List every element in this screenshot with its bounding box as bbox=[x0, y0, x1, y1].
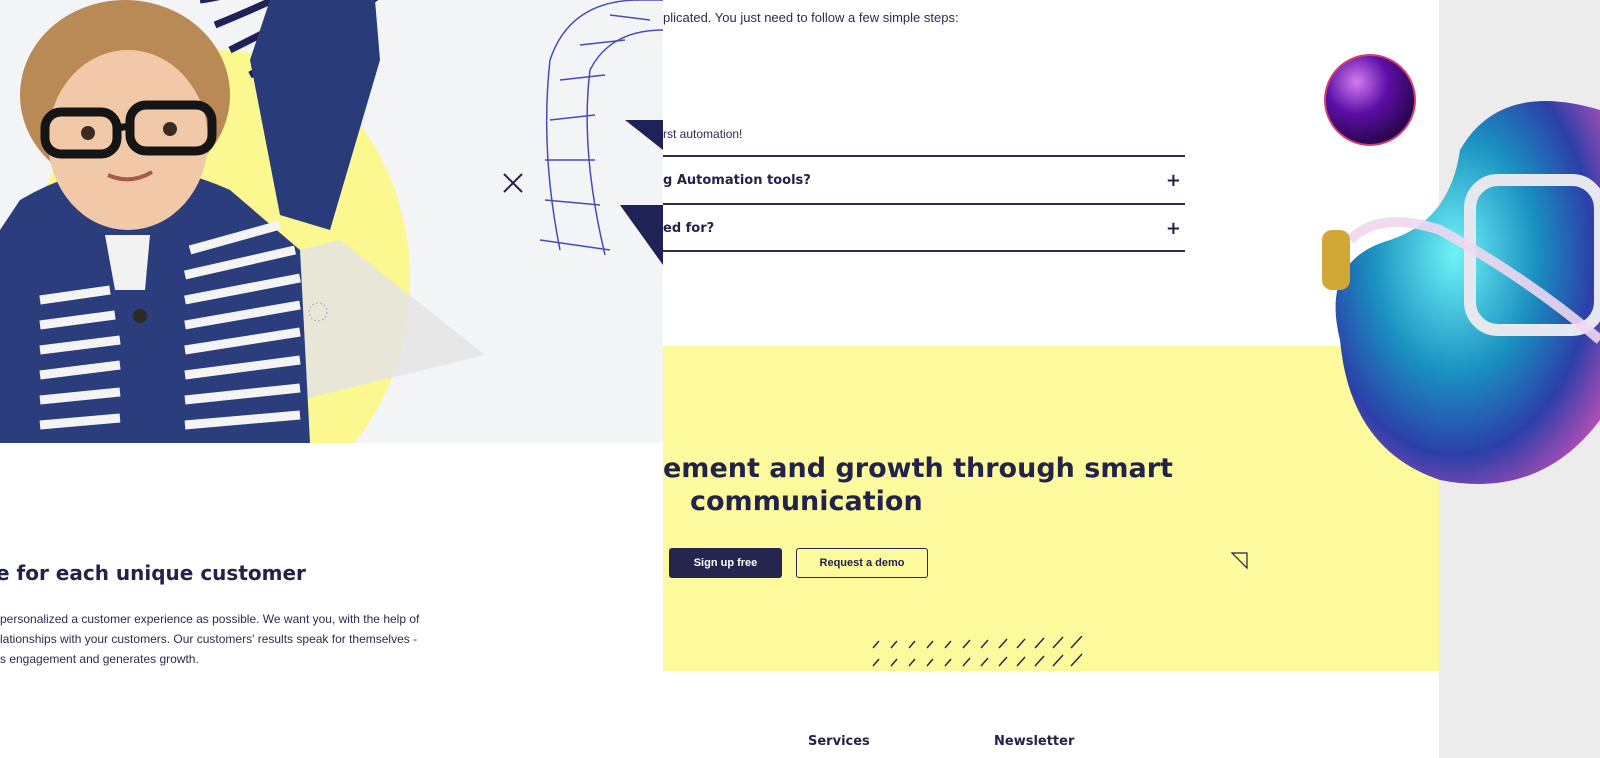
hero-image-panel bbox=[0, 0, 663, 443]
abstract-3d-shapes bbox=[1322, 54, 1600, 484]
faq-divider bbox=[663, 250, 1185, 252]
request-demo-button[interactable]: Request a demo bbox=[796, 548, 928, 578]
hero-illustration bbox=[0, 0, 663, 443]
about-heading: e for each unique customer bbox=[0, 561, 306, 585]
hatch-lines-decoration bbox=[872, 636, 1083, 667]
purple-sphere-shape bbox=[1324, 54, 1416, 146]
about-paragraph-line: lationships with your customers. Our cus… bbox=[0, 632, 418, 646]
footer-services-heading[interactable]: Services bbox=[808, 734, 870, 749]
faq-automation-text: rst automation! bbox=[663, 127, 743, 141]
faq-intro-text: plicated. You just need to follow a few … bbox=[663, 10, 959, 25]
navy-triangle-shape bbox=[625, 120, 663, 150]
plus-icon[interactable]: + bbox=[1166, 218, 1181, 239]
faq-item[interactable]: g Automation tools? + bbox=[663, 156, 1185, 204]
about-paragraph-line: personalized a customer experience as po… bbox=[0, 612, 420, 626]
close-icon[interactable] bbox=[500, 170, 526, 196]
about-paragraph-line: s engagement and generates growth. bbox=[0, 652, 199, 666]
sign-up-button[interactable]: Sign up free bbox=[669, 548, 782, 578]
faq-item[interactable]: ed for? + bbox=[663, 204, 1185, 252]
faq-question: ed for? bbox=[663, 220, 715, 236]
plus-icon[interactable]: + bbox=[1166, 170, 1181, 191]
cta-heading-line: communication bbox=[690, 486, 923, 517]
triangle-outline-icon bbox=[1230, 552, 1248, 570]
gold-cap-shape bbox=[1322, 230, 1350, 290]
navy-triangle-shape-2 bbox=[620, 205, 663, 265]
faq-question: g Automation tools? bbox=[663, 172, 811, 188]
cta-heading-line: ement and growth through smart bbox=[663, 453, 1173, 484]
footer-newsletter-heading[interactable]: Newsletter bbox=[994, 734, 1074, 749]
